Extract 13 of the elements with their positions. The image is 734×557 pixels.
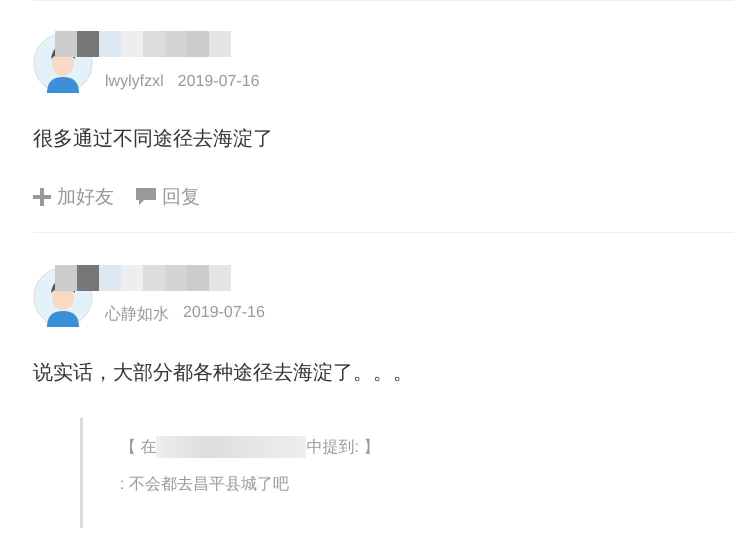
reply-link[interactable]: 回复 — [136, 184, 200, 210]
post-date: 2019-07-16 — [178, 73, 260, 91]
post-date: 2019-07-16 — [183, 304, 265, 323]
add-friend-link[interactable]: 加好友 — [33, 184, 114, 210]
quote-prefix: 【 在 — [120, 438, 156, 458]
author-name: lwylyfzxl — [105, 73, 164, 91]
plus-icon — [33, 188, 51, 206]
quote-text: : 不会都去昌平县城了吧 — [120, 474, 290, 495]
speech-bubble-icon — [136, 188, 156, 206]
quote-suffix: 中提到: 】 — [306, 438, 380, 458]
comment-text: 说实话，大部分都各种途径去海淀了。。。 — [33, 361, 414, 386]
comment-text: 很多通过不同途径去海淀了 — [33, 127, 274, 152]
author-name: 心静如水 — [105, 304, 169, 325]
